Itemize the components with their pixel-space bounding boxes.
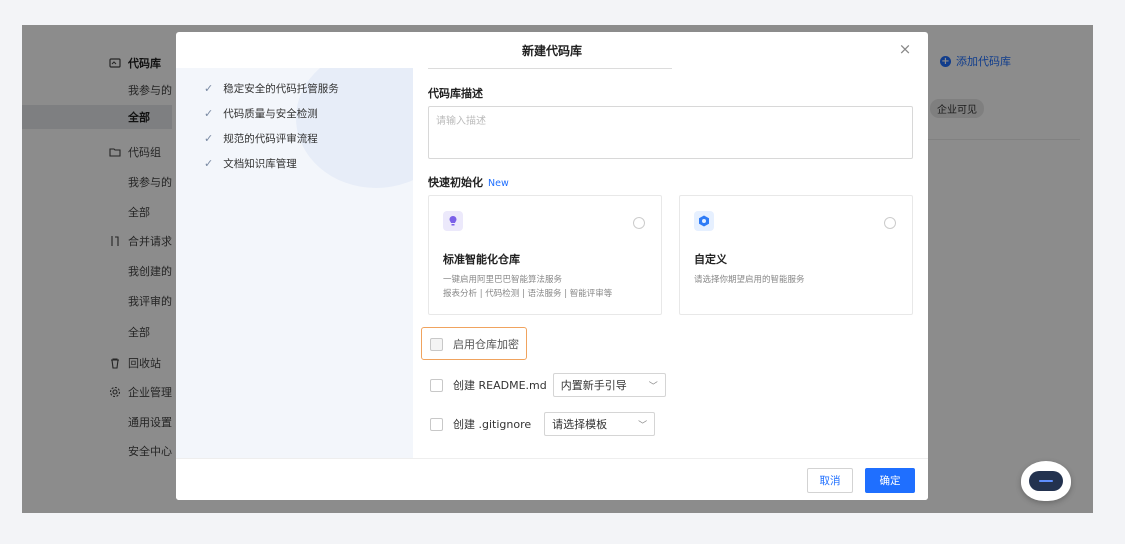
feature-text: 规范的代码评审流程 [223, 133, 318, 145]
encrypt-checkbox[interactable] [430, 337, 443, 351]
new-tag: New [488, 178, 509, 189]
dialog-title: 新建代码库 [521, 43, 582, 58]
encrypt-label: 启用仓库加密 [453, 338, 519, 351]
readme-select-value: 内置新手引导 [560, 379, 627, 392]
encrypt-option[interactable]: 启用仓库加密 [430, 336, 519, 352]
gitignore-option: 创建 .gitignore 请选择模板 ﹀ [430, 412, 656, 436]
feature-text: 代码质量与安全检测 [223, 108, 318, 120]
close-icon[interactable]: × [898, 42, 912, 57]
template-card-standard[interactable]: 标准智能化仓库 一键启用阿里巴巴智能算法服务 报表分析 | 代码检测 | 语法服… [428, 195, 662, 315]
card-title: 自定义 [694, 253, 727, 266]
template-card-custom[interactable]: 自定义 请选择你期望启用的智能服务 [679, 195, 913, 315]
feature-intro-panel: ✓ 稳定安全的代码托管服务 ✓ 代码质量与安全检测 ✓ 规范的代码评审流程 ✓ … [176, 68, 413, 458]
check-icon: ✓ [204, 157, 214, 170]
robot-icon [1029, 471, 1063, 491]
chevron-down-icon: ﹀ [648, 381, 658, 392]
card-desc: 一键启用阿里巴巴智能算法服务 报表分析 | 代码检测 | 语法服务 | 智能评审… [443, 273, 612, 301]
lightbulb-icon [443, 211, 463, 231]
card-desc-line: 报表分析 | 代码检测 | 语法服务 | 智能评审等 [443, 289, 613, 299]
gitignore-label: 创建 .gitignore [453, 418, 532, 431]
chevron-down-icon: ﹀ [638, 420, 648, 431]
description-input[interactable] [428, 106, 913, 159]
description-label: 代码库描述 [428, 87, 483, 100]
check-icon: ✓ [204, 82, 214, 95]
hexagon-icon [694, 211, 714, 231]
dialog-footer: 取消 确定 [176, 458, 928, 500]
template-radio-custom[interactable] [884, 217, 896, 229]
cancel-button[interactable]: 取消 [807, 468, 853, 493]
create-repo-dialog: 新建代码库 × ✓ 稳定安全的代码托管服务 ✓ 代码质量与安全检测 ✓ 规范的代… [176, 32, 928, 500]
assistant-button[interactable] [1021, 461, 1071, 501]
check-icon: ✓ [204, 107, 214, 120]
feature-text: 稳定安全的代码托管服务 [223, 83, 339, 95]
readme-checkbox[interactable] [430, 378, 443, 392]
gitignore-select-value: 请选择模板 [552, 418, 608, 431]
dialog-header: 新建代码库 × [176, 32, 928, 68]
feature-item: ✓ 规范的代码评审流程 [204, 131, 318, 146]
confirm-button[interactable]: 确定 [865, 468, 915, 493]
card-title: 标准智能化仓库 [443, 253, 520, 266]
quick-init-label: 快速初始化 New [428, 174, 509, 190]
readme-label: 创建 README.md [453, 379, 547, 392]
card-desc-line: 请选择你期望启用的智能服务 [694, 275, 805, 285]
gitignore-checkbox[interactable] [430, 417, 443, 431]
readme-option: 创建 README.md 内置新手引导 ﹀ [430, 373, 666, 397]
repo-form: 代码库描述 快速初始化 New 标准智能化仓库 一键启用阿里巴巴智能算法服务 报表… [413, 68, 928, 458]
quick-init-text: 快速初始化 [428, 176, 483, 189]
template-radio-standard[interactable] [633, 217, 645, 229]
input-underline [428, 68, 672, 69]
feature-text: 文档知识库管理 [223, 158, 297, 170]
readme-template-select[interactable]: 内置新手引导 ﹀ [552, 373, 666, 397]
card-desc-line: 一键启用阿里巴巴智能算法服务 [443, 275, 563, 285]
gitignore-template-select[interactable]: 请选择模板 ﹀ [544, 412, 656, 436]
feature-item: ✓ 稳定安全的代码托管服务 [204, 81, 339, 96]
feature-item: ✓ 文档知识库管理 [204, 156, 297, 171]
feature-item: ✓ 代码质量与安全检测 [204, 106, 318, 121]
check-icon: ✓ [204, 132, 214, 145]
card-desc: 请选择你期望启用的智能服务 [694, 273, 805, 287]
